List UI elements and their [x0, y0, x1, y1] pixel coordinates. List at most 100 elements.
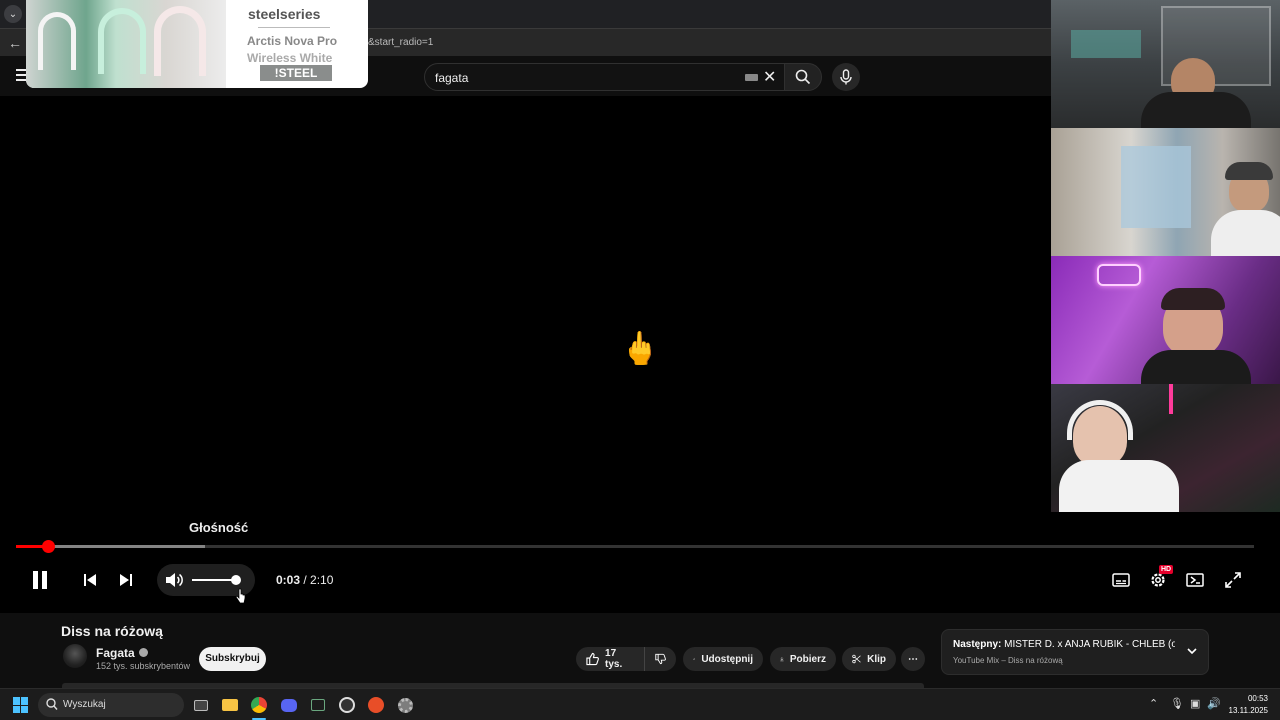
- streamer-body: [1141, 92, 1251, 128]
- channel-name[interactable]: Fagata: [96, 646, 135, 660]
- progress-bar[interactable]: [16, 540, 1254, 553]
- subtitles-button[interactable]: [1110, 568, 1132, 592]
- time-separator: /: [300, 573, 311, 587]
- up-next-prefix: Następny:: [953, 639, 1002, 650]
- like-count: 17 tys.: [605, 648, 623, 670]
- search-icon: [795, 69, 811, 85]
- webcam-feed-2: [1051, 128, 1280, 256]
- search-icon: [46, 698, 58, 710]
- time-display: 0:03 / 2:10: [276, 573, 333, 587]
- up-next-subtitle: YouTube Mix – Diss na różową: [953, 656, 1063, 665]
- excel-icon[interactable]: [307, 694, 329, 716]
- hd-badge: HD: [1159, 565, 1174, 574]
- skip-next-icon: [120, 574, 132, 586]
- windows-start-icon[interactable]: [13, 697, 29, 713]
- tray-volume-icon[interactable]: 🔊: [1207, 697, 1221, 710]
- sponsor-ad-banner[interactable]: steelseries Arctis Nova Pro Wireless Whi…: [26, 0, 368, 88]
- taskbar-clock[interactable]: 00:53 13.11.2025: [1228, 693, 1268, 717]
- clear-search-icon[interactable]: ✕: [763, 67, 776, 87]
- browser-app-icon[interactable]: [365, 694, 387, 716]
- taskbar-search-placeholder[interactable]: Wyszukaj: [63, 699, 106, 710]
- neon-strip-decoration: [1169, 384, 1173, 414]
- up-next-title: MISTER D. x ANJA RUBIK - CHLEB (offici..…: [1004, 639, 1175, 650]
- windows-taskbar: Wyszukaj ⌃ 🎙 ▣ 🔊 00:53 13.11.2025: [0, 688, 1280, 720]
- back-arrow-icon[interactable]: ←: [6, 34, 24, 52]
- scissors-icon: [852, 654, 861, 664]
- subscriber-count: 152 tys. subskrybentów: [96, 661, 191, 671]
- miniplayer-button[interactable]: [1184, 568, 1206, 592]
- pause-button[interactable]: [28, 568, 52, 592]
- discord-icon[interactable]: [278, 694, 300, 716]
- volume-tooltip: Głośność: [189, 520, 249, 535]
- streamer-body: [1141, 350, 1251, 384]
- url-text[interactable]: &start_radio=1: [368, 37, 433, 48]
- thumbs-up-icon: [586, 652, 599, 666]
- mouse-cursor-icon: [236, 588, 246, 604]
- headphones-shape: [1067, 400, 1133, 440]
- clock-time: 00:53: [1247, 694, 1268, 703]
- search-query[interactable]: fagata: [435, 71, 468, 85]
- share-label: Udostępnij: [701, 653, 753, 665]
- tab-search-button[interactable]: ⌄: [4, 5, 22, 23]
- window-decoration: [1121, 146, 1191, 228]
- file-explorer-icon[interactable]: [219, 694, 241, 716]
- download-label: Pobierz: [789, 653, 826, 665]
- skip-previous-icon: [84, 574, 96, 586]
- subscribe-button[interactable]: Subskrybuj: [199, 647, 266, 671]
- channel-name-row[interactable]: Fagata: [96, 646, 148, 660]
- webcam-feed-1: [1051, 0, 1280, 128]
- thumbs-down-icon: [655, 653, 666, 665]
- microphone-icon: [840, 69, 852, 85]
- video-info-section: Diss na różową Fagata 152 tys. subskrybe…: [0, 613, 1280, 688]
- download-icon: [780, 657, 784, 662]
- miniplayer-icon: [1186, 573, 1204, 587]
- volume-knob[interactable]: [231, 575, 241, 585]
- next-button[interactable]: [116, 568, 136, 592]
- verified-icon: [138, 648, 148, 657]
- keyboard-icon[interactable]: [745, 74, 758, 81]
- up-next-title-row: Następny: MISTER D. x ANJA RUBIK - CHLEB…: [953, 639, 1175, 650]
- webcam-feed-4: [1051, 384, 1280, 512]
- headphones-image: [26, 0, 226, 88]
- streamer-cap: [1225, 162, 1273, 180]
- webcam-overlays: [1051, 0, 1280, 512]
- headphone-shape: [98, 8, 146, 74]
- previous-button[interactable]: [80, 568, 100, 592]
- headphone-shape: [154, 6, 206, 76]
- search-input[interactable]: fagata ✕: [424, 63, 786, 91]
- obs-icon[interactable]: [336, 694, 358, 716]
- pause-icon: [33, 571, 47, 589]
- up-next-panel[interactable]: Następny: MISTER D. x ANJA RUBIK - CHLEB…: [941, 629, 1209, 675]
- fullscreen-icon: [1225, 572, 1241, 588]
- dislike-button[interactable]: [644, 647, 676, 671]
- like-button[interactable]: 17 tys.: [576, 647, 644, 671]
- more-actions-button[interactable]: ⋯: [901, 647, 925, 671]
- ad-divider: [258, 27, 330, 28]
- tray-mic-icon[interactable]: 🎙: [1170, 697, 1184, 710]
- ad-brand-logo: steelseries: [248, 6, 321, 22]
- settings-app-icon[interactable]: [394, 694, 416, 716]
- task-view-icon[interactable]: [190, 694, 212, 716]
- aquarium-decoration: [1071, 30, 1141, 58]
- video-frame-emoji: 🖕: [620, 330, 660, 366]
- taskbar-search[interactable]: Wyszukaj: [38, 693, 184, 717]
- channel-avatar[interactable]: [63, 644, 87, 668]
- chevron-down-icon[interactable]: [1186, 645, 1198, 657]
- tray-chevron-icon[interactable]: ⌃: [1149, 697, 1158, 710]
- fullscreen-button[interactable]: [1222, 568, 1244, 592]
- clip-button[interactable]: Klip: [842, 647, 896, 671]
- video-title: Diss na różową: [61, 623, 163, 639]
- volume-slider[interactable]: [192, 575, 241, 585]
- webcam-feed-3: [1051, 256, 1280, 384]
- ad-product-line1: Arctis Nova Pro: [247, 34, 338, 48]
- subtitles-icon: [1112, 573, 1130, 587]
- share-button[interactable]: Udostępnij: [683, 647, 763, 671]
- volume-icon[interactable]: [165, 572, 183, 588]
- share-icon: [693, 657, 696, 660]
- search-button[interactable]: [784, 63, 822, 91]
- tray-network-icon[interactable]: ▣: [1190, 697, 1200, 710]
- download-button[interactable]: Pobierz: [770, 647, 836, 671]
- chrome-icon[interactable]: [248, 694, 270, 716]
- voice-search-button[interactable]: [832, 63, 860, 91]
- streamer-body: [1211, 210, 1280, 256]
